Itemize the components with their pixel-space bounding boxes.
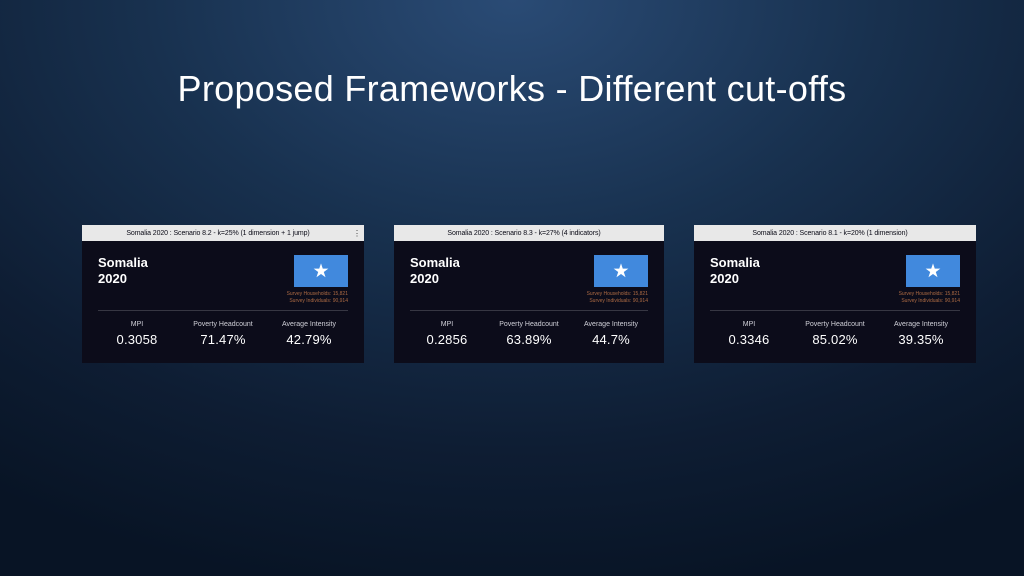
flag-column: Survey Households: 15,821 Survey Individ…: [287, 255, 348, 304]
card-scenario-bar: Somalia 2020 : Scenario 8.2 - k=25% (1 d…: [82, 227, 364, 241]
slide-title: Proposed Frameworks - Different cut-offs: [0, 68, 1024, 110]
card-body: Somalia 2020 Survey Households: 15,821 S…: [694, 241, 976, 363]
cards-row: Somalia 2020 : Scenario 8.2 - k=25% (1 d…: [82, 225, 976, 363]
divider: [710, 310, 960, 311]
divider: [98, 310, 348, 311]
metric-label: Poverty Headcount: [193, 321, 253, 328]
country-name: Somalia: [98, 255, 148, 271]
country-year: 2020: [98, 271, 148, 287]
framework-card: Somalia 2020 : Scenario 8.3 - k=27% (4 i…: [394, 225, 664, 363]
metric-label: Poverty Headcount: [805, 321, 865, 328]
card-head: Somalia 2020 Survey Households: 15,821 S…: [410, 255, 648, 304]
card-body: Somalia 2020 Survey Households: 15,821 S…: [82, 241, 364, 363]
metric-intensity: Average Intensity 42.79%: [270, 321, 348, 347]
star-icon: [312, 262, 330, 280]
scenario-text: Somalia 2020 : Scenario 8.3 - k=27% (4 i…: [447, 230, 600, 237]
metric-label: MPI: [743, 321, 755, 328]
metric-value: 0.2856: [427, 332, 468, 347]
metric-label: Average Intensity: [584, 321, 638, 328]
metric-mpi: MPI 0.3058: [98, 321, 176, 347]
metric-headcount: Poverty Headcount 85.02%: [796, 321, 874, 347]
scenario-text: Somalia 2020 : Scenario 8.1 - k=20% (1 d…: [752, 230, 907, 237]
metric-mpi: MPI 0.3346: [710, 321, 788, 347]
metric-value: 42.79%: [286, 332, 331, 347]
country-name: Somalia: [710, 255, 760, 271]
country-block: Somalia 2020: [98, 255, 148, 286]
star-icon: [924, 262, 942, 280]
survey-households: Survey Households: 15,821: [287, 291, 348, 298]
metrics-row: MPI 0.3346 Poverty Headcount 85.02% Aver…: [710, 321, 960, 347]
metric-value: 0.3058: [117, 332, 158, 347]
metric-label: MPI: [441, 321, 453, 328]
country-name: Somalia: [410, 255, 460, 271]
metric-value: 44.7%: [592, 332, 630, 347]
metric-value: 63.89%: [506, 332, 551, 347]
survey-meta: Survey Households: 15,821 Survey Individ…: [899, 291, 960, 304]
survey-individuals: Survey Individuals: 90,914: [587, 298, 648, 305]
flag-somalia: [906, 255, 960, 287]
metrics-row: MPI 0.2856 Poverty Headcount 63.89% Aver…: [410, 321, 648, 347]
survey-individuals: Survey Individuals: 90,914: [899, 298, 960, 305]
metric-value: 0.3346: [729, 332, 770, 347]
survey-individuals: Survey Individuals: 90,914: [287, 298, 348, 305]
star-icon: [612, 262, 630, 280]
card-head: Somalia 2020 Survey Households: 15,821 S…: [710, 255, 960, 304]
flag-column: Survey Households: 15,821 Survey Individ…: [899, 255, 960, 304]
framework-card: Somalia 2020 : Scenario 8.1 - k=20% (1 d…: [694, 225, 976, 363]
metric-value: 71.47%: [200, 332, 245, 347]
flag-column: Survey Households: 15,821 Survey Individ…: [587, 255, 648, 304]
flag-somalia: [294, 255, 348, 287]
metric-intensity: Average Intensity 39.35%: [882, 321, 960, 347]
metric-label: MPI: [131, 321, 143, 328]
flag-somalia: [594, 255, 648, 287]
card-scenario-bar: Somalia 2020 : Scenario 8.3 - k=27% (4 i…: [394, 227, 664, 241]
divider: [410, 310, 648, 311]
framework-card: Somalia 2020 : Scenario 8.2 - k=25% (1 d…: [82, 225, 364, 363]
metric-mpi: MPI 0.2856: [410, 321, 484, 347]
metric-headcount: Poverty Headcount 63.89%: [492, 321, 566, 347]
metric-label: Average Intensity: [894, 321, 948, 328]
metric-label: Average Intensity: [282, 321, 336, 328]
country-block: Somalia 2020: [410, 255, 460, 286]
metrics-row: MPI 0.3058 Poverty Headcount 71.47% Aver…: [98, 321, 348, 347]
country-year: 2020: [410, 271, 460, 287]
scenario-text: Somalia 2020 : Scenario 8.2 - k=25% (1 d…: [126, 230, 309, 237]
survey-meta: Survey Households: 15,821 Survey Individ…: [287, 291, 348, 304]
survey-households: Survey Households: 15,821: [899, 291, 960, 298]
metric-label: Poverty Headcount: [499, 321, 559, 328]
card-head: Somalia 2020 Survey Households: 15,821 S…: [98, 255, 348, 304]
metric-value: 39.35%: [898, 332, 943, 347]
survey-households: Survey Households: 15,821: [587, 291, 648, 298]
card-menu-icon: ⋮: [352, 229, 362, 239]
metric-intensity: Average Intensity 44.7%: [574, 321, 648, 347]
card-body: Somalia 2020 Survey Households: 15,821 S…: [394, 241, 664, 363]
metric-headcount: Poverty Headcount 71.47%: [184, 321, 262, 347]
metric-value: 85.02%: [812, 332, 857, 347]
survey-meta: Survey Households: 15,821 Survey Individ…: [587, 291, 648, 304]
country-block: Somalia 2020: [710, 255, 760, 286]
country-year: 2020: [710, 271, 760, 287]
card-scenario-bar: Somalia 2020 : Scenario 8.1 - k=20% (1 d…: [694, 227, 976, 241]
